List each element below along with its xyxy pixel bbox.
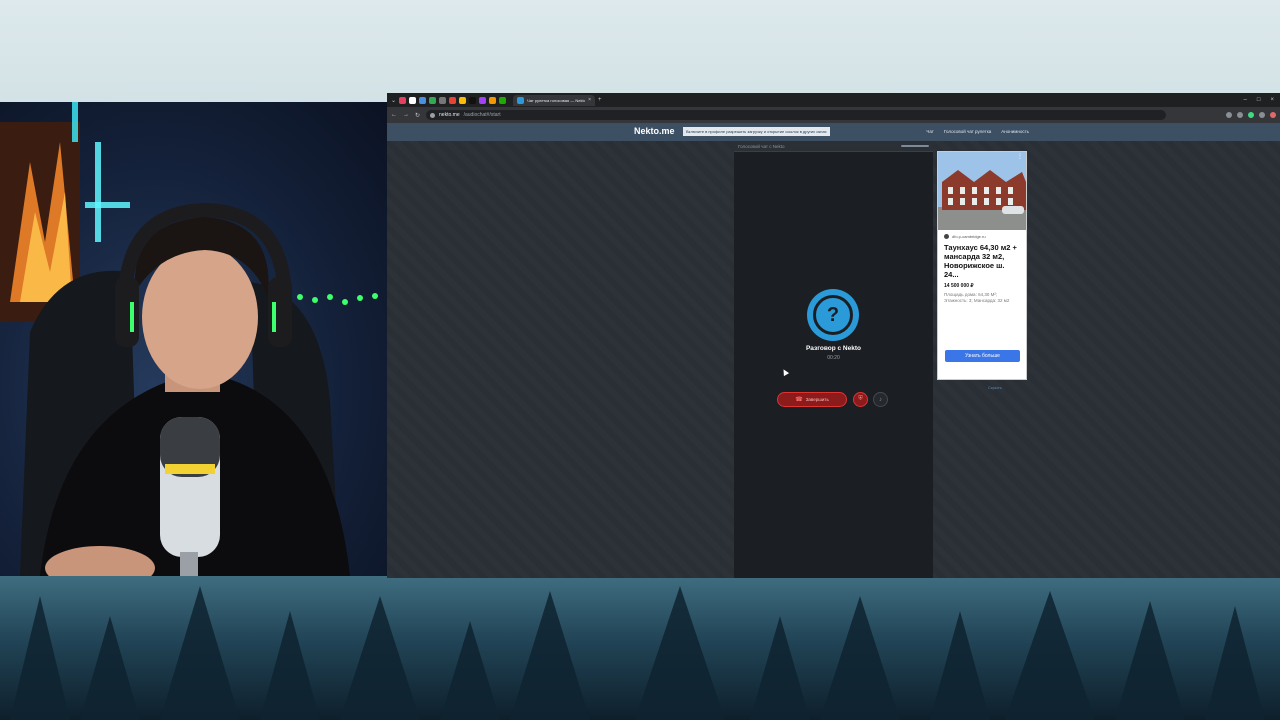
ad-source: dfo.p-cambridge.ru [938, 230, 1026, 239]
window-controls: – □ × [1244, 97, 1280, 103]
tab-favicon[interactable] [439, 96, 447, 104]
url-input[interactable]: nekto.me/audiochat#/start [426, 110, 1167, 120]
close-tab-icon[interactable]: × [588, 97, 591, 103]
question-mark-icon: ? [813, 295, 853, 335]
voice-chat-title: Голосовой чат с Nekto [738, 143, 785, 149]
new-tab-icon[interactable]: + [598, 97, 602, 103]
webcam-feed [0, 102, 388, 576]
nav-item-chat[interactable]: Чат [926, 129, 933, 134]
ad-description: Площадь дома: 64,30 М²; Этажность: 3; Ма… [944, 292, 1010, 303]
profile-avatar-icon[interactable] [1270, 112, 1276, 118]
page-content: Nekto.me Включите в профиле разрешить за… [387, 123, 1280, 578]
overlay-forest-background [0, 576, 1280, 720]
extensions-area [1226, 112, 1276, 118]
extension-icon[interactable] [1226, 112, 1232, 118]
header-nav: Чат Голосовой чат рулетка Анонимность [926, 129, 1029, 134]
minimize-icon[interactable]: – [1244, 97, 1247, 103]
tab-favicon[interactable] [489, 96, 497, 104]
url-host: nekto.me [439, 112, 460, 118]
ad-title[interactable]: Таунхаус 64,30 м2 + мансарда 32 м2, Ново… [938, 239, 1026, 279]
site-header: Nekto.me Включите в профиле разрешить за… [387, 123, 1280, 141]
voice-chat-header: Голосовой чат с Nekto [734, 141, 933, 152]
partner-avatar: ? [807, 289, 859, 341]
forward-arrow-icon[interactable]: → [403, 112, 409, 118]
header-notice: Включите в профиле разрешить загрузку и … [683, 127, 830, 136]
tab-favicon[interactable] [449, 96, 457, 104]
ad-source-icon [944, 234, 949, 239]
shield-icon: ⛨ [858, 396, 863, 402]
tab-favicon[interactable] [409, 96, 417, 104]
conversation-label: Разговор с Nekto [806, 345, 861, 352]
mute-button[interactable]: ♪ [873, 392, 888, 407]
back-arrow-icon[interactable]: ← [391, 112, 397, 118]
site-logo[interactable]: Nekto.me [634, 126, 675, 136]
ad-learn-more-button[interactable]: Узнать больше [945, 350, 1020, 362]
site-info-icon[interactable] [430, 112, 436, 118]
nav-item-voice-roulette[interactable]: Голосовой чат рулетка [944, 129, 991, 134]
end-call-button[interactable]: ☎ Завершить [777, 392, 847, 407]
maximize-icon[interactable]: □ [1257, 97, 1261, 103]
ad-price: 14 500 000 ₽ [944, 283, 974, 289]
reload-icon[interactable]: ↻ [415, 112, 420, 119]
close-window-icon[interactable]: × [1270, 97, 1274, 103]
ad-banner[interactable]: ⋮ dfo.p-cambridge.ru Таунхаус 64,30 м2 +… [937, 151, 1027, 380]
tab-favicon[interactable] [469, 96, 477, 104]
ad-image[interactable]: ⋮ [938, 152, 1026, 230]
browser-window: ⌄ Чат рулетка голосовая — Nekto.me × + –… [387, 93, 1280, 578]
url-path: /audiochat#/start [463, 112, 501, 118]
extension-icon[interactable] [1248, 112, 1254, 118]
nekto-favicon-icon [517, 96, 525, 104]
nav-item-anonymity[interactable]: Анонимность [1001, 129, 1029, 134]
address-bar: ← → ↻ nekto.me/audiochat#/start [387, 107, 1280, 123]
tab-active[interactable]: Чат рулетка голосовая — Nekto.me × [513, 94, 596, 106]
bookmark-star-icon[interactable] [1237, 112, 1243, 118]
tab-favicon[interactable] [429, 96, 437, 104]
ad-menu-icon[interactable]: ⋮ [1017, 153, 1023, 160]
end-call-label: Завершить [805, 397, 829, 402]
ad-source-text: dfo.p-cambridge.ru [952, 234, 986, 239]
tab-favicon[interactable] [499, 96, 507, 104]
report-button[interactable]: ⛨ [853, 392, 868, 407]
tab-search-icon[interactable]: ⌄ [391, 97, 396, 104]
tab-title: Чат рулетка голосовая — Nekto.me [527, 97, 585, 103]
tab-favicon[interactable] [399, 96, 407, 104]
tab-favicon[interactable] [479, 96, 487, 104]
tab-favicon[interactable] [419, 96, 427, 104]
tab-bar: ⌄ Чат рулетка голосовая — Nekto.me × + –… [387, 93, 1280, 107]
voice-chat-panel: Голосовой чат с Nekto ? Разговор с Nekto… [734, 141, 933, 578]
call-timer: 00:20 [827, 355, 840, 361]
extension-icon[interactable] [1259, 112, 1265, 118]
phone-hangup-icon: ☎ [795, 397, 803, 403]
volume-slider[interactable] [901, 145, 929, 147]
tab-favicon[interactable] [459, 96, 467, 104]
mic-icon: ♪ [879, 396, 882, 403]
ad-hide-link[interactable]: Скрыть [988, 385, 1002, 390]
